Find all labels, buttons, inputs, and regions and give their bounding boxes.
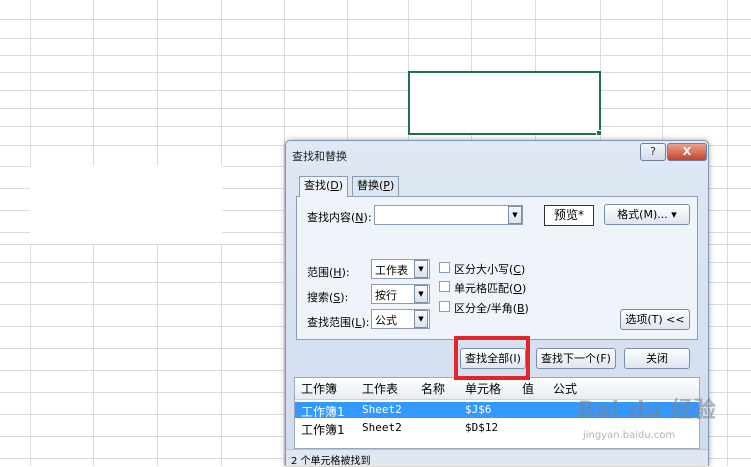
match-cell-checkbox[interactable] <box>439 281 450 292</box>
help-button[interactable]: ? <box>640 143 666 161</box>
tab-replace[interactable]: 替换(P) <box>352 176 400 196</box>
baidu-watermark: Bai du 经验 <box>578 398 717 423</box>
fill-handle[interactable] <box>596 130 602 136</box>
scope-label: 范围(H): <box>307 266 350 279</box>
watermark-url: jingyan.baidu.com <box>583 430 676 441</box>
status-bar: 2 个单元格被找到 <box>286 449 708 467</box>
col-workbook[interactable]: 工作簿 <box>301 380 337 397</box>
match-cell-label: 单元格匹配(O) <box>454 282 527 295</box>
row-workbook: 工作簿1 <box>301 423 345 437</box>
row-cell: $J$6 <box>465 403 492 416</box>
options-button[interactable]: 选项(T) << <box>620 309 690 330</box>
match-case-checkbox[interactable] <box>439 262 450 273</box>
find-what-input[interactable] <box>374 205 523 225</box>
format-button[interactable]: 格式(M)... ▾ <box>604 204 690 225</box>
col-cell[interactable]: 单元格 <box>465 380 501 397</box>
close-button[interactable]: 关闭 <box>624 348 690 369</box>
find-what-label: 查找内容(N): <box>307 211 372 224</box>
highlight-box <box>454 336 530 380</box>
format-preview: 预览* <box>544 205 594 226</box>
col-formula[interactable]: 公式 <box>553 380 577 397</box>
col-name[interactable]: 名称 <box>421 380 445 397</box>
col-value[interactable]: 值 <box>522 380 534 397</box>
lookin-dropdown-icon[interactable]: ▼ <box>414 310 428 328</box>
row-sheet: Sheet2 <box>362 403 402 416</box>
search-label: 搜索(S): <box>307 291 349 304</box>
lookin-label: 查找范围(L): <box>307 316 370 329</box>
match-width-label: 区分全/半角(B) <box>454 302 529 315</box>
find-history-dropdown[interactable]: ▼ <box>508 206 522 224</box>
close-icon[interactable]: X <box>667 143 707 161</box>
chevron-down-icon: ▾ <box>671 208 677 221</box>
dialog-title: 查找和替换 <box>292 150 347 163</box>
col-sheet[interactable]: 工作表 <box>362 380 398 397</box>
scope-dropdown-icon[interactable]: ▼ <box>414 260 428 278</box>
blank-area <box>30 166 222 244</box>
row-workbook: 工作簿1 <box>301 405 345 419</box>
row-cell: $D$12 <box>465 421 499 434</box>
row-sheet: Sheet2 <box>362 421 402 434</box>
match-case-label: 区分大小写(C) <box>454 263 526 276</box>
match-width-checkbox[interactable] <box>439 301 450 312</box>
search-dropdown-icon[interactable]: ▼ <box>414 285 428 303</box>
find-next-button[interactable]: 查找下一个(F) <box>536 348 616 369</box>
selected-cell[interactable] <box>408 71 601 135</box>
tab-find[interactable]: 查找(D) <box>299 176 349 197</box>
